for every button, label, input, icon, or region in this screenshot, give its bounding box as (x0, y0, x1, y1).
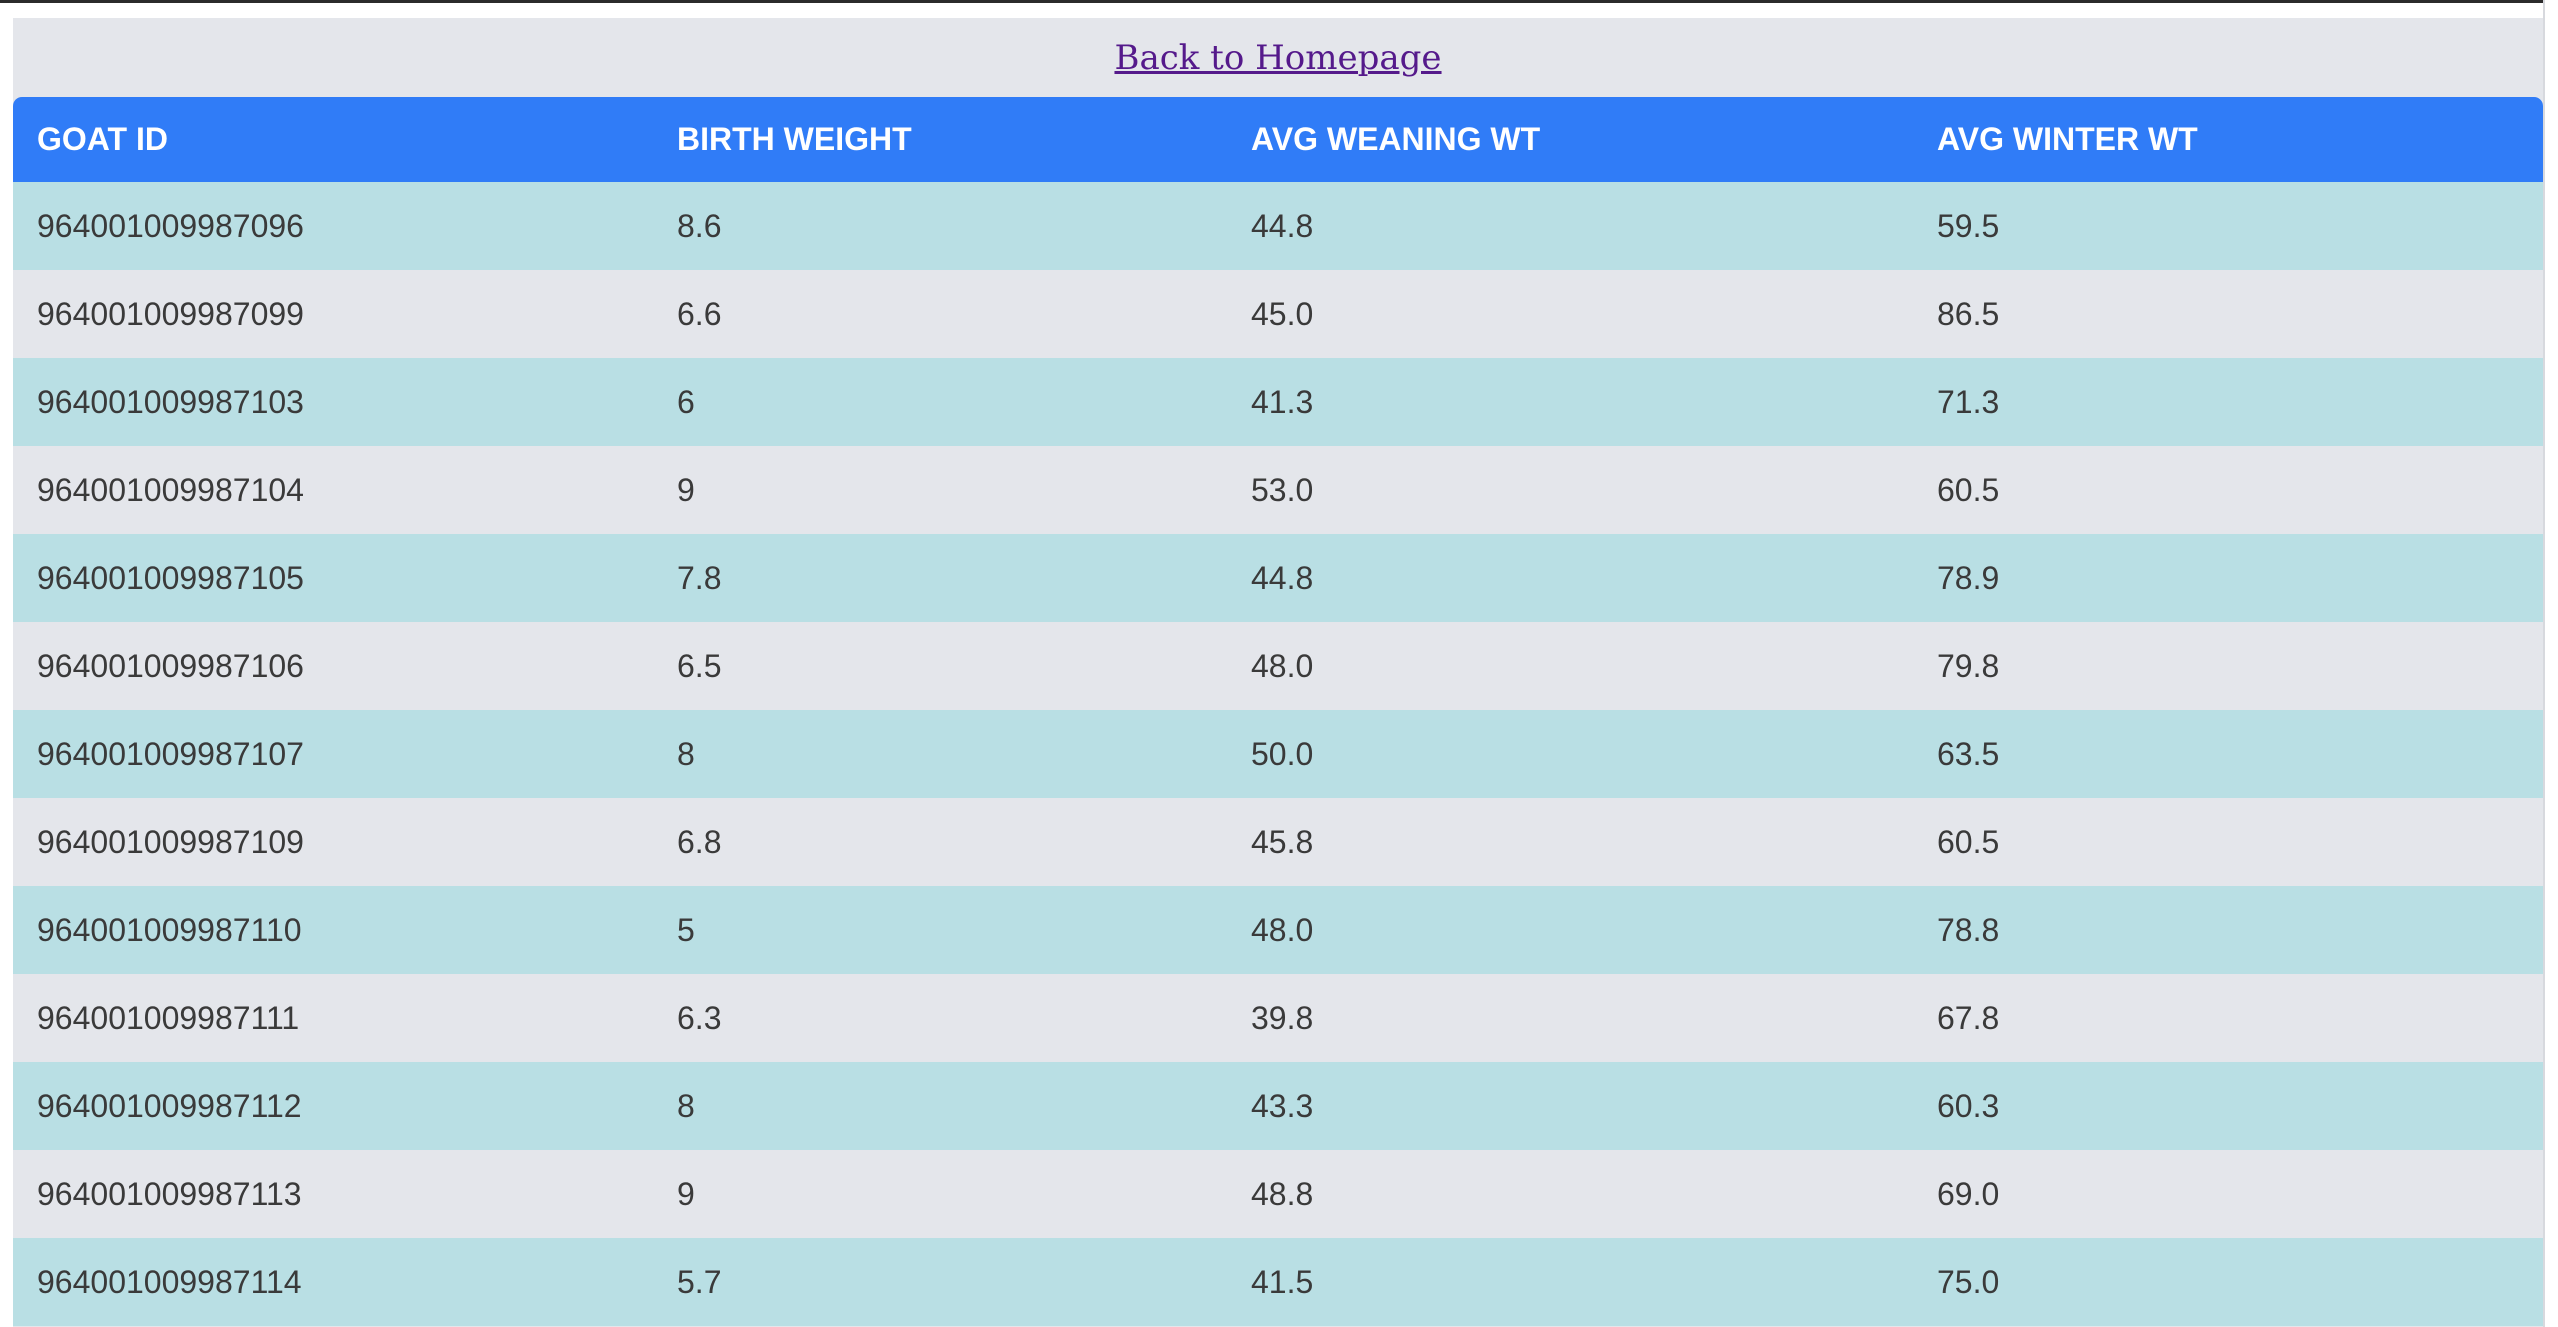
birth-weight-cell: 8 (677, 1087, 695, 1124)
table-row: 964001009987105 7.8 44.8 78.9 (13, 534, 2543, 622)
goat-id-cell: 964001009987110 (37, 911, 302, 948)
table-row: 964001009987107 8 50.0 63.5 (13, 710, 2543, 798)
goat-id-cell: 964001009987099 (37, 295, 304, 332)
goat-id-cell: 964001009987109 (37, 823, 304, 860)
avg-winter-wt-cell: 75.0 (1937, 1263, 2000, 1300)
avg-weaning-wt-cell: 48.0 (1251, 647, 1314, 684)
avg-weaning-wt-cell: 44.8 (1251, 207, 1314, 244)
table-row: 964001009987103 6 41.3 71.3 (13, 358, 2543, 446)
birth-weight-cell: 8 (677, 735, 695, 772)
birth-weight-cell: 6.5 (677, 647, 722, 684)
avg-weaning-wt-cell: 50.0 (1251, 735, 1314, 772)
column-header-avg-winter-wt: AVG WINTER WT (1937, 121, 2198, 157)
goat-id-cell: 964001009987111 (37, 999, 300, 1036)
avg-winter-wt-cell: 59.5 (1937, 207, 2000, 244)
table-row: 964001009987113 9 48.8 69.0 (13, 1150, 2543, 1238)
goat-id-cell: 964001009987107 (37, 735, 304, 772)
avg-weaning-wt-cell: 48.8 (1251, 1175, 1314, 1212)
goat-id-cell: 964001009987104 (37, 471, 304, 508)
window-top-border (0, 0, 2558, 3)
column-header-avg-weaning-wt: AVG WEANING WT (1251, 121, 1541, 157)
avg-winter-wt-cell: 60.5 (1937, 823, 2000, 860)
back-to-homepage-link[interactable]: Back to Homepage (1114, 38, 1441, 78)
table-body: 964001009987096 8.6 44.8 59.5 96400100998709… (13, 182, 2543, 1326)
birth-weight-cell: 6.6 (677, 295, 722, 332)
avg-winter-wt-cell: 67.8 (1937, 999, 2000, 1036)
birth-weight-cell: 6 (677, 383, 695, 420)
table-row: 964001009987111 6.3 39.8 67.8 (13, 974, 2543, 1062)
birth-weight-cell: 6.8 (677, 823, 722, 860)
birth-weight-cell: 7.8 (677, 559, 722, 596)
birth-weight-cell: 9 (677, 471, 695, 508)
column-header-birth-weight: BIRTH WEIGHT (677, 121, 912, 157)
avg-winter-wt-cell: 79.8 (1937, 647, 2000, 684)
table-row: 964001009987104 9 53.0 60.5 (13, 446, 2543, 534)
birth-weight-cell: 5.7 (677, 1263, 722, 1300)
goat-weights-table: GOAT ID BIRTH WEIGHT AVG WEANING WT AVG … (13, 97, 2543, 1326)
goat-id-cell: 964001009987105 (37, 559, 304, 596)
avg-weaning-wt-cell: 41.5 (1251, 1263, 1314, 1300)
avg-weaning-wt-cell: 41.3 (1251, 383, 1314, 420)
goat-id-cell: 964001009987114 (37, 1263, 302, 1300)
avg-weaning-wt-cell: 44.8 (1251, 559, 1314, 596)
table-row: 964001009987109 6.8 45.8 60.5 (13, 798, 2543, 886)
avg-weaning-wt-cell: 45.0 (1251, 295, 1314, 332)
goat-id-cell: 964001009987113 (37, 1175, 302, 1212)
table-row: 964001009987106 6.5 48.0 79.8 (13, 622, 2543, 710)
goat-id-cell: 964001009987096 (37, 207, 304, 244)
page-content: Back to Homepage GOAT ID BIRTH WEIGHT AV… (13, 18, 2543, 1327)
avg-winter-wt-cell: 71.3 (1937, 383, 2000, 420)
avg-winter-wt-cell: 60.3 (1937, 1087, 2000, 1124)
avg-winter-wt-cell: 78.9 (1937, 559, 2000, 596)
avg-weaning-wt-cell: 43.3 (1251, 1087, 1314, 1124)
avg-winter-wt-cell: 78.8 (1937, 911, 2000, 948)
avg-weaning-wt-cell: 45.8 (1251, 823, 1314, 860)
table-row: 964001009987096 8.6 44.8 59.5 (13, 182, 2543, 270)
birth-weight-cell: 6.3 (677, 999, 722, 1036)
avg-winter-wt-cell: 86.5 (1937, 295, 2000, 332)
avg-weaning-wt-cell: 39.8 (1251, 999, 1314, 1036)
table-row: 964001009987110 5 48.0 78.8 (13, 886, 2543, 974)
goat-id-cell: 964001009987112 (37, 1087, 302, 1124)
table-header-row: GOAT ID BIRTH WEIGHT AVG WEANING WT AVG … (13, 97, 2543, 182)
avg-winter-wt-cell: 63.5 (1937, 735, 2000, 772)
table-row: 964001009987099 6.6 45.0 86.5 (13, 270, 2543, 358)
table-row: 964001009987114 5.7 41.5 75.0 (13, 1238, 2543, 1326)
avg-weaning-wt-cell: 48.0 (1251, 911, 1314, 948)
back-link-container: Back to Homepage (13, 18, 2543, 98)
goat-id-cell: 964001009987103 (37, 383, 304, 420)
birth-weight-cell: 8.6 (677, 207, 722, 244)
birth-weight-cell: 5 (677, 911, 695, 948)
avg-winter-wt-cell: 60.5 (1937, 471, 2000, 508)
goat-id-cell: 964001009987106 (37, 647, 304, 684)
column-header-goat-id: GOAT ID (37, 121, 168, 157)
birth-weight-cell: 9 (677, 1175, 695, 1212)
avg-winter-wt-cell: 69.0 (1937, 1175, 2000, 1212)
scrollbar-gutter (2543, 0, 2558, 1327)
avg-weaning-wt-cell: 53.0 (1251, 471, 1314, 508)
table-row: 964001009987112 8 43.3 60.3 (13, 1062, 2543, 1150)
